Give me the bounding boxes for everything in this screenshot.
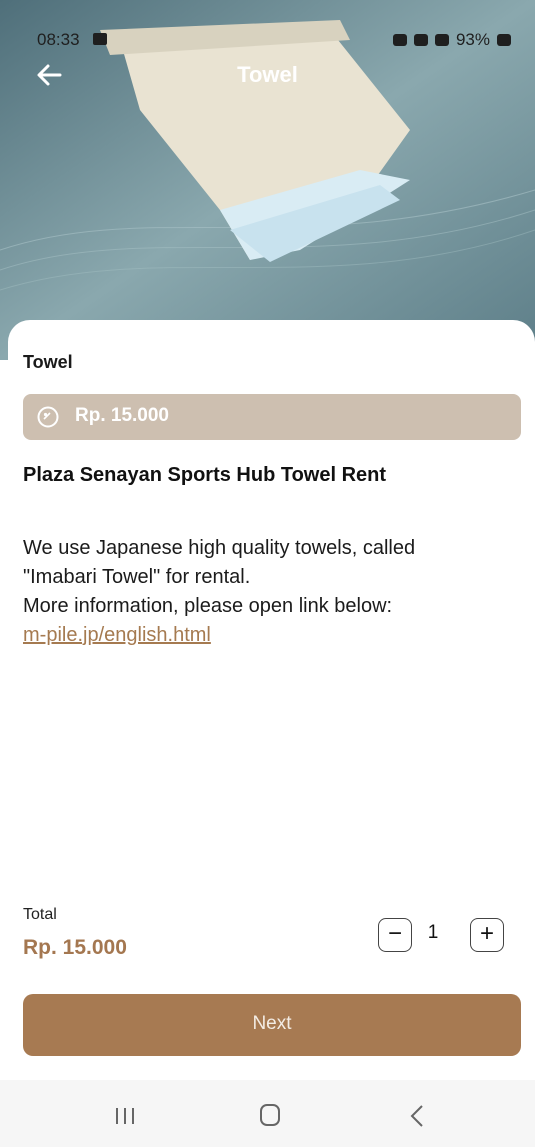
product-price: Rp. 15.000 [75, 405, 169, 426]
battery-level: 93% [455, 30, 490, 49]
total-price: Rp. 15.000 [23, 936, 127, 959]
next-button[interactable]: Next [23, 994, 521, 1056]
status-time: 08:33 [37, 30, 80, 49]
decrease-quantity-button[interactable]: − [378, 918, 412, 952]
increase-quantity-button[interactable]: + [470, 918, 504, 952]
product-name: Towel [23, 352, 73, 372]
product-description: We use Japanese high quality towels, cal… [23, 534, 513, 650]
battery-icon [497, 34, 511, 46]
home-icon[interactable] [260, 1104, 280, 1126]
description-line: "Imabari Towel" for rental. [23, 566, 251, 588]
alarm-icon [392, 34, 407, 46]
page-title: Towel [237, 62, 298, 87]
signal-icon [434, 34, 449, 46]
status-bar: 08:33 93% [0, 22, 535, 58]
app-bar: Towel [0, 58, 535, 98]
total-label: Total [23, 906, 57, 923]
gallery-notification-icon [93, 33, 107, 45]
wifi-icon [413, 34, 428, 46]
product-subtitle: Plaza Senayan Sports Hub Towel Rent [23, 464, 387, 486]
description-line: More information, please open link below… [23, 595, 393, 617]
info-link[interactable]: m-pile.jp/english.html [23, 624, 211, 646]
system-nav-bar [0, 1080, 535, 1147]
price-banner: Rp. 15.000 [23, 394, 521, 440]
status-indicators: 93% [392, 30, 511, 50]
quantity-value: 1 [427, 922, 439, 943]
quantity-stepper: − 1 + [378, 918, 506, 954]
system-back-icon[interactable] [408, 1104, 426, 1128]
description-line: We use Japanese high quality towels, cal… [23, 537, 416, 559]
product-hero-image: 08:33 93% Towel [0, 0, 535, 360]
price-tag-icon [37, 406, 59, 428]
recent-apps-icon[interactable] [113, 1106, 137, 1126]
